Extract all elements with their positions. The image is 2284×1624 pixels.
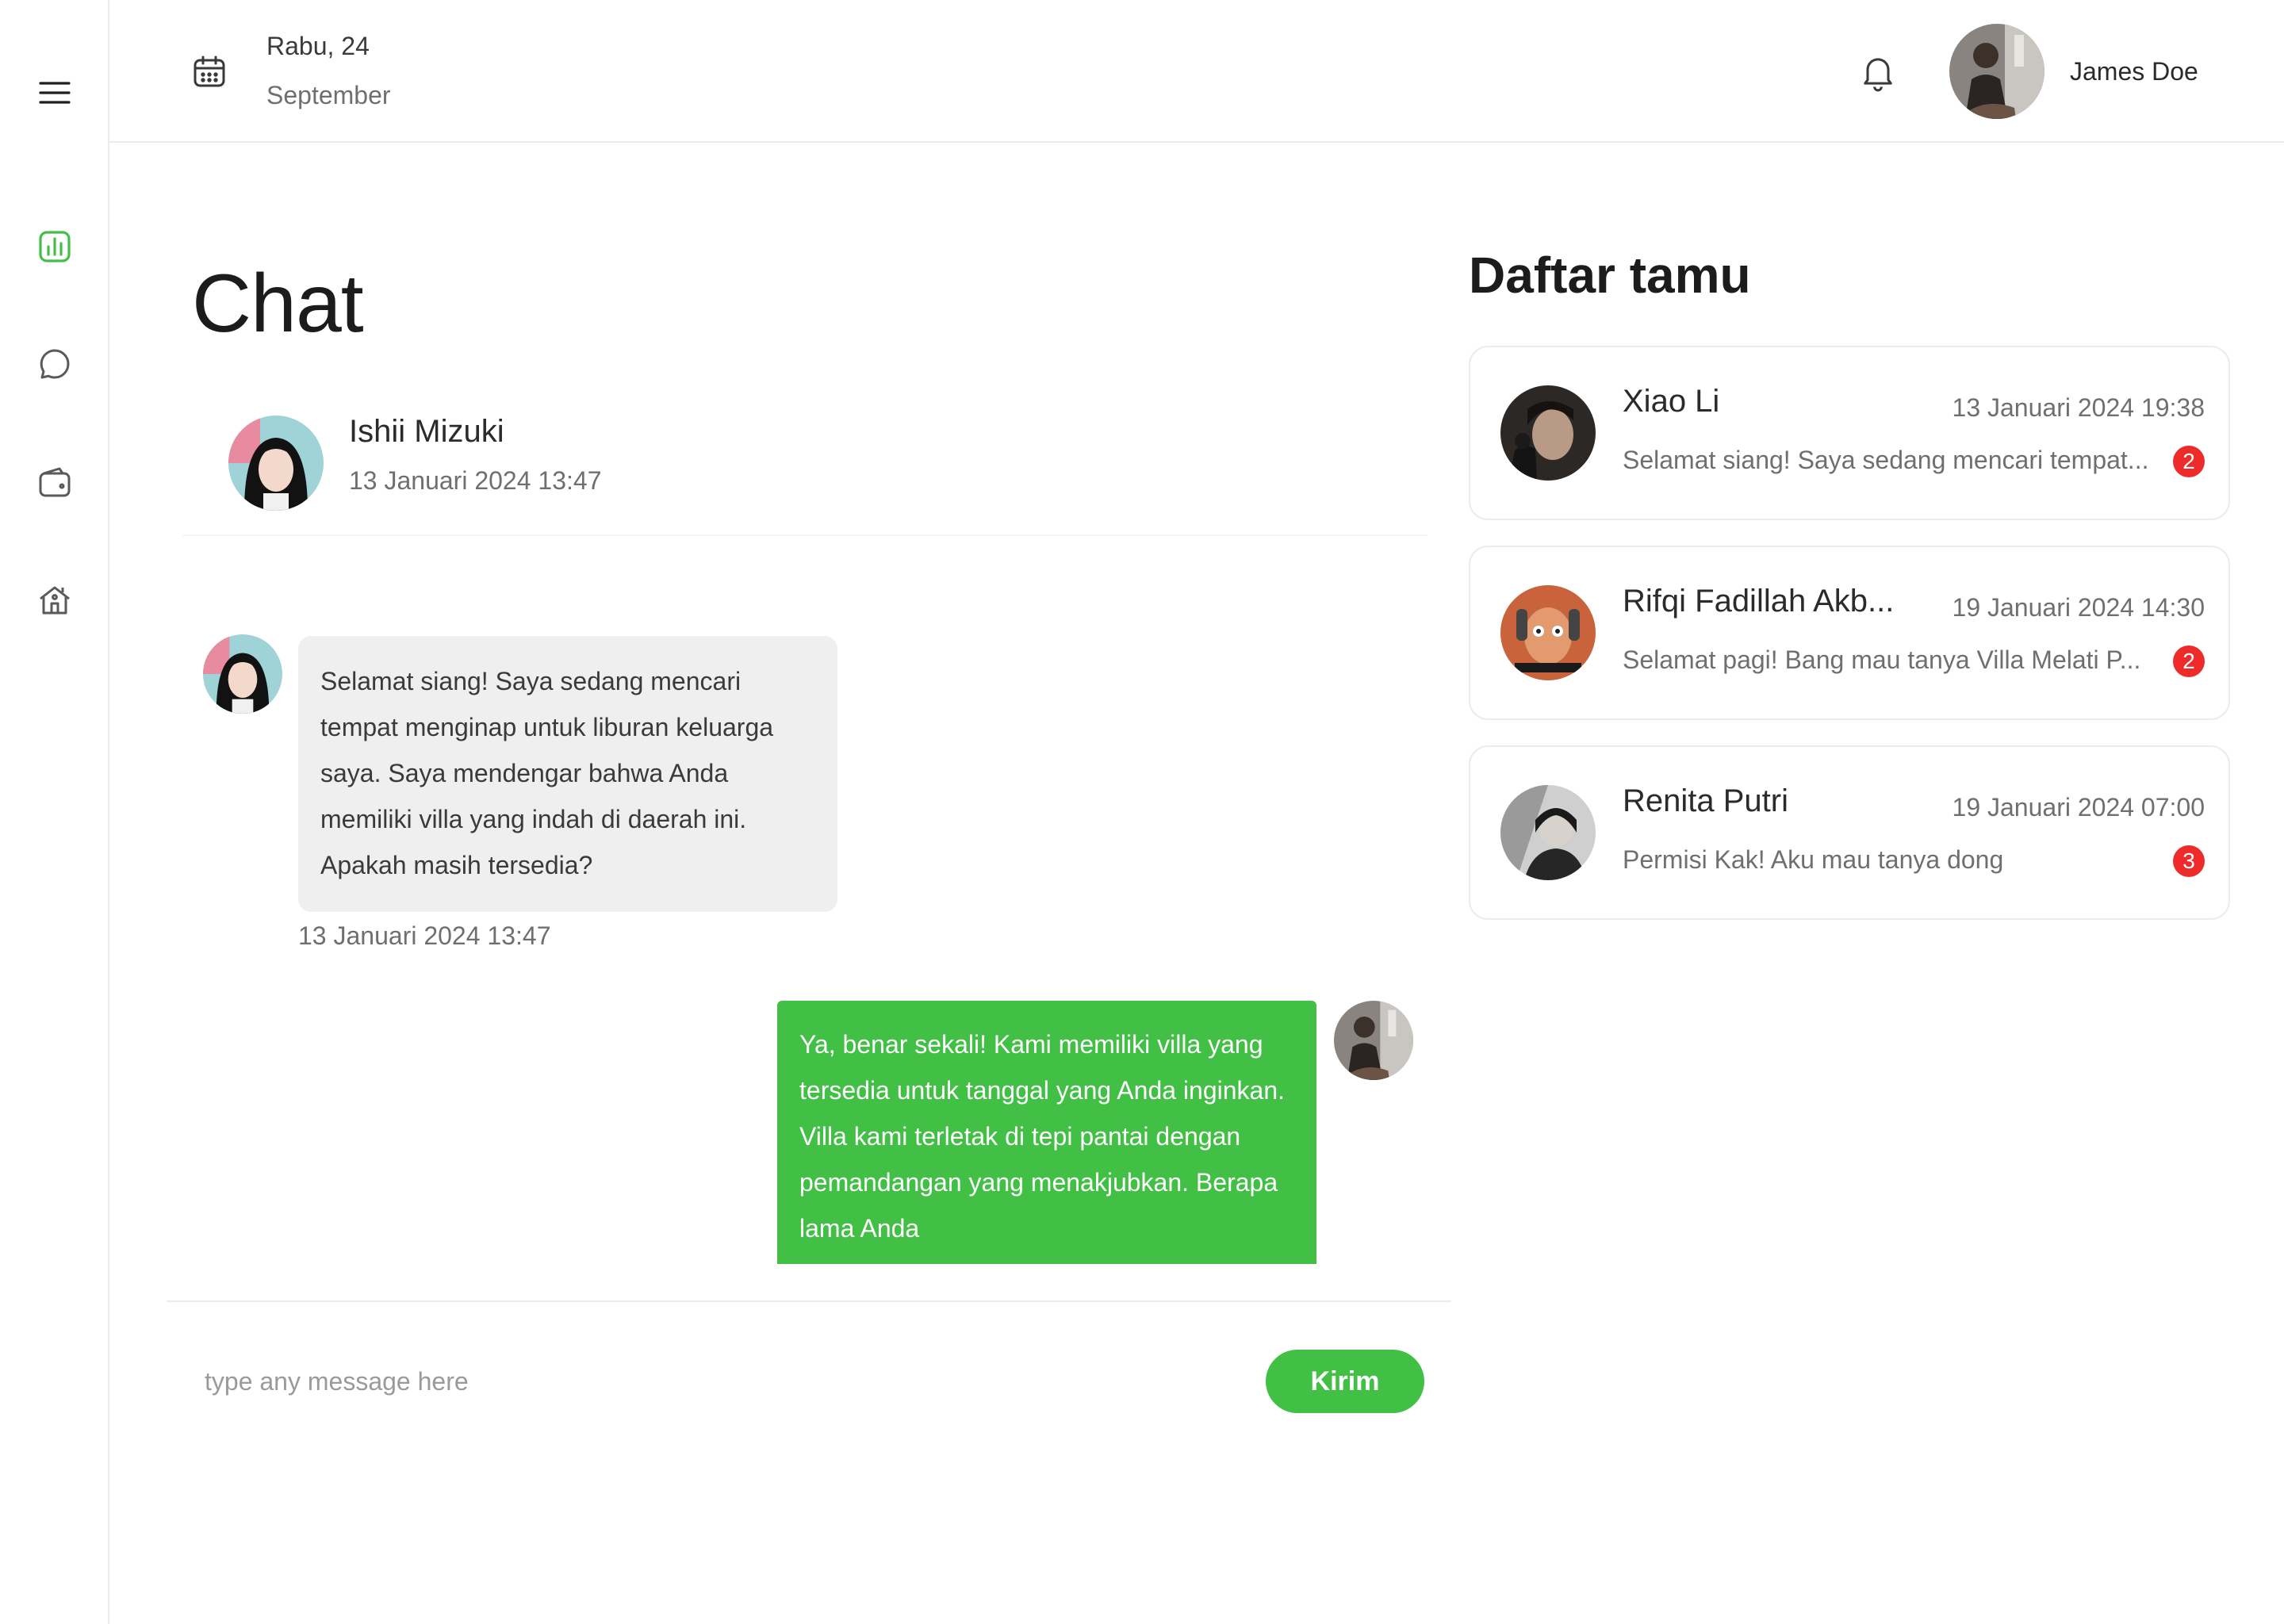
unread-badge: 3 — [2173, 845, 2205, 877]
guest-time: 19 Januari 2024 14:30 — [1952, 593, 2205, 622]
guest-avatar — [1500, 385, 1596, 481]
composer-divider — [167, 1300, 1451, 1302]
header-date-month: September — [266, 81, 391, 109]
bell-icon[interactable] — [1857, 51, 1899, 92]
guest-list-title: Daftar tamu — [1469, 247, 1751, 304]
wallet-icon — [39, 467, 71, 497]
header-date-day: Rabu, 24 — [266, 32, 370, 60]
menu-icon[interactable] — [32, 70, 78, 116]
guest-name: Xiao Li — [1623, 384, 1720, 419]
chart-icon — [39, 231, 71, 262]
guest-preview: Selamat siang! Saya sedang mencari tempa… — [1623, 446, 2149, 474]
user-avatar[interactable] — [1949, 24, 2044, 119]
calendar-icon — [194, 56, 225, 87]
message-bubble-incoming: Selamat siang! Saya sedang mencari tempa… — [298, 636, 837, 912]
guest-avatar — [1500, 785, 1596, 880]
guest-name: Rifqi Fadillah Akb... — [1623, 584, 1895, 619]
unread-badge: 2 — [2173, 446, 2205, 477]
message-bubble-outgoing: Ya, benar sekali! Kami memiliki villa ya… — [777, 1001, 1316, 1264]
sidebar-item-dashboard[interactable] — [32, 224, 78, 270]
sidebar-item-chat[interactable] — [32, 341, 78, 387]
contact-time: 13 Januari 2024 13:47 — [349, 466, 602, 495]
guest-card[interactable]: Rifqi Fadillah Akb... 19 Januari 2024 14… — [1469, 546, 2230, 720]
unread-badge: 2 — [2173, 645, 2205, 677]
message-input[interactable] — [205, 1356, 1236, 1407]
message-timestamp: 13 Januari 2024 13:47 — [298, 921, 551, 950]
sidebar-item-property[interactable] — [32, 577, 78, 623]
chat-contact-header: Ishii Mizuki 13 Januari 2024 13:47 — [182, 396, 1428, 536]
sender-avatar — [203, 634, 282, 714]
guest-card[interactable]: Renita Putri 19 Januari 2024 07:00 Permi… — [1469, 745, 2230, 920]
page-title: Chat — [192, 258, 364, 350]
send-button[interactable]: Kirim — [1266, 1350, 1424, 1413]
app-root: Rabu, 24 September James Doe Chat Ishii … — [0, 0, 2284, 1624]
sidebar-item-wallet[interactable] — [32, 460, 78, 506]
guest-avatar — [1500, 585, 1596, 680]
guest-preview: Permisi Kak! Aku mau tanya dong — [1623, 845, 2004, 874]
guest-preview: Selamat pagi! Bang mau tanya Villa Melat… — [1623, 645, 2141, 674]
guest-time: 13 Januari 2024 19:38 — [1952, 393, 2205, 422]
top-header: Rabu, 24 September James Doe — [109, 0, 2284, 143]
guest-time: 19 Januari 2024 07:00 — [1952, 793, 2205, 822]
guest-card[interactable]: Xiao Li 13 Januari 2024 19:38 Selamat si… — [1469, 346, 2230, 520]
user-name[interactable]: James Doe — [2070, 57, 2198, 86]
guest-name: Renita Putri — [1623, 783, 1788, 818]
chat-icon — [40, 349, 70, 379]
contact-avatar — [228, 416, 324, 511]
own-avatar — [1334, 1001, 1413, 1080]
house-icon — [40, 586, 70, 615]
message-list[interactable]: Selamat siang! Saya sedang mencari tempa… — [167, 587, 1451, 1264]
sidebar — [0, 0, 109, 1624]
contact-name: Ishii Mizuki — [349, 414, 504, 449]
